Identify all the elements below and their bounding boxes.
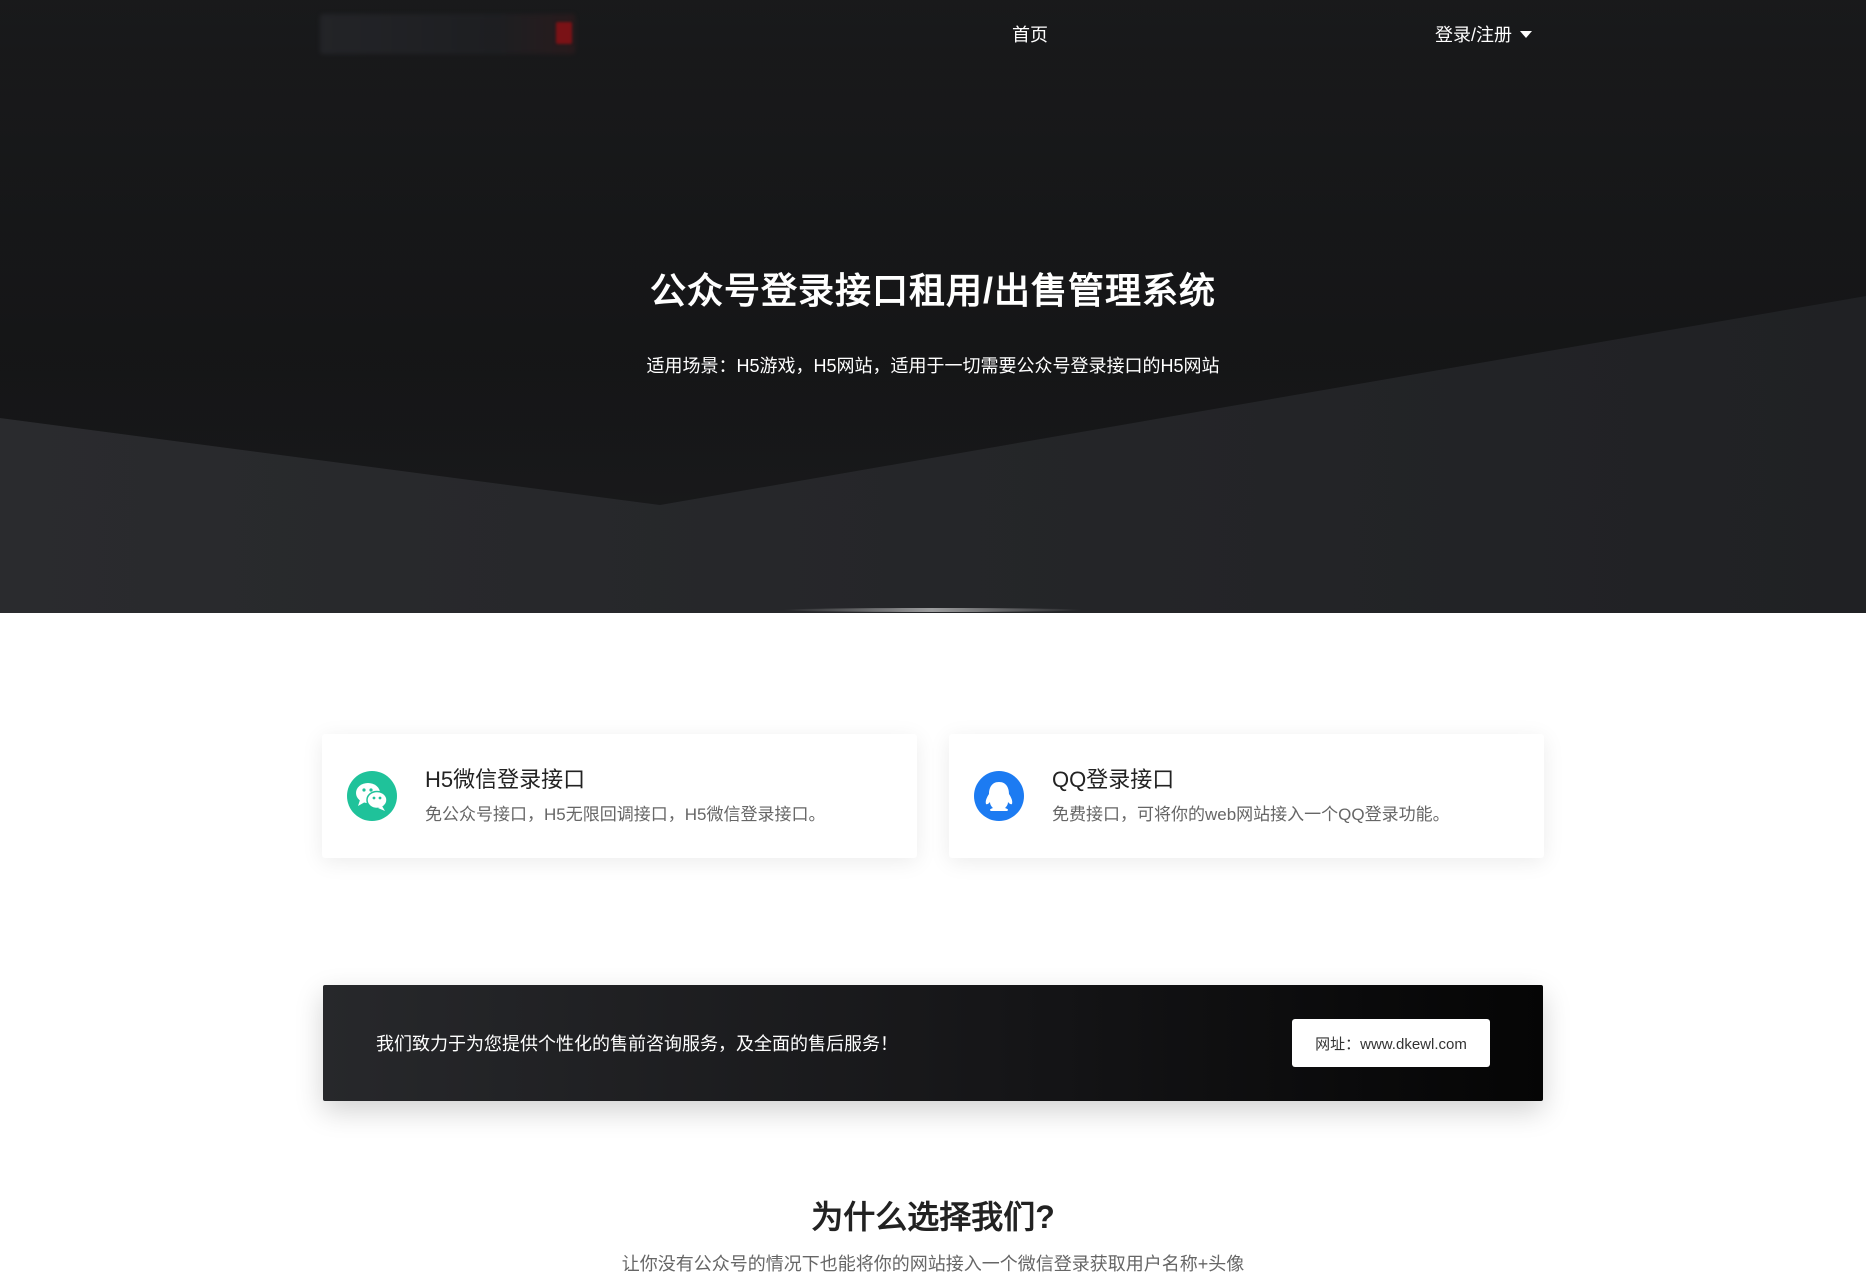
- feature-card-wechat[interactable]: H5微信登录接口 免公众号接口，H5无限回调接口，H5微信登录接口。: [322, 734, 917, 858]
- navbar: 首页 登录/注册: [0, 0, 1866, 66]
- feature-title: QQ登录接口: [1052, 767, 1175, 792]
- feature-card-qq[interactable]: QQ登录接口 免费接口，可将你的web网站接入一个QQ登录功能。: [949, 734, 1544, 858]
- why-title: 为什么选择我们?: [811, 1199, 1055, 1235]
- feature-desc: 免费接口，可将你的web网站接入一个QQ登录功能。: [1052, 805, 1450, 824]
- feature-desc: 免公众号接口，H5无限回调接口，H5微信登录接口。: [425, 805, 826, 824]
- nav-login-label: 登录/注册: [1435, 25, 1513, 45]
- nav-login-dropdown[interactable]: 登录/注册: [1435, 21, 1533, 47]
- site-logo[interactable]: [320, 14, 575, 54]
- nav-home-link[interactable]: 首页: [1012, 21, 1048, 47]
- hero-section: 首页 登录/注册 公众号登录接口租用/出售管理系统 适用场景：H5游戏，H5网站…: [0, 0, 1866, 613]
- hero-divider: [782, 608, 1082, 612]
- feature-title: H5微信登录接口: [425, 767, 586, 792]
- why-subtitle: 让你没有公众号的情况下也能将你的网站接入一个微信登录获取用户名称+头像: [621, 1254, 1245, 1274]
- qq-icon: [974, 771, 1024, 821]
- hero-title: 公众号登录接口租用/出售管理系统: [649, 270, 1216, 311]
- cta-text: 我们致力于为您提供个性化的售前咨询服务，及全面的售后服务！: [376, 1034, 898, 1054]
- cta-banner: 我们致力于为您提供个性化的售前咨询服务，及全面的售后服务！ 网址：www.dke…: [323, 985, 1543, 1101]
- wechat-icon: [347, 771, 397, 821]
- hero-subtitle: 适用场景：H5游戏，H5网站，适用于一切需要公众号登录接口的H5网站: [646, 356, 1220, 376]
- logo-mark: [556, 22, 572, 44]
- caret-down-icon: [1520, 31, 1533, 38]
- website-url-button[interactable]: 网址：www.dkewl.com: [1292, 1019, 1490, 1067]
